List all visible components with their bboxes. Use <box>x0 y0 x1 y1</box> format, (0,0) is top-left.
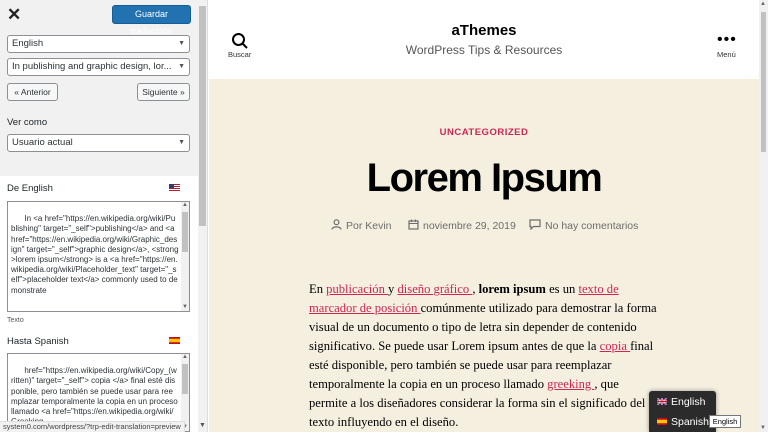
link-greeking[interactable]: greeking <box>547 377 594 391</box>
link-publishing[interactable]: publicación <box>326 282 388 296</box>
site-preview: Buscar aThemes WordPress Tips & Resource… <box>209 0 759 432</box>
comment-icon <box>529 219 541 231</box>
es-flag-icon <box>657 418 667 425</box>
site-description: WordPress Tips & Resources <box>405 43 563 57</box>
date-text: noviembre 29, 2019 <box>423 220 516 232</box>
chevron-down-icon: ▼ <box>178 40 185 47</box>
es-flag-icon <box>169 337 180 344</box>
view-as-value: Usuario actual <box>12 137 73 148</box>
link-graphic-design[interactable]: diseño gráfico <box>398 282 473 296</box>
us-flag-icon <box>169 184 180 191</box>
post-comments[interactable]: No hay comentarios <box>529 219 638 232</box>
link-copy[interactable]: copia <box>600 339 630 353</box>
language-option-label: Spanish <box>671 416 709 428</box>
source-section: De English In <a href="https://en.wikipe… <box>0 176 199 333</box>
previous-button[interactable]: « Anterior <box>7 83 58 101</box>
string-select[interactable]: In publishing and graphic design, lor...… <box>7 58 190 76</box>
site-title[interactable]: aThemes <box>209 22 759 39</box>
post-author[interactable]: Por Kevin <box>331 219 392 232</box>
next-button[interactable]: Siguiente » <box>137 83 190 101</box>
calendar-icon <box>408 219 419 230</box>
author-text: Por Kevin <box>346 220 392 232</box>
uk-flag-icon <box>657 398 667 405</box>
string-select-value: In publishing and graphic design, lor... <box>12 61 172 72</box>
tooltip: English <box>709 415 741 428</box>
translation-scrollbar[interactable]: ▲ ▼ <box>181 354 189 431</box>
target-language-label: Hasta Spanish <box>7 336 69 347</box>
source-language-label: De English <box>7 183 53 194</box>
view-as-label: Ver como <box>7 117 48 128</box>
menu-label[interactable]: Menú <box>717 50 736 59</box>
source-text: In <a href="https://en.wikipedia.org/wik… <box>11 214 179 295</box>
view-as-select[interactable]: Usuario actual ▼ <box>7 134 190 152</box>
status-bar-url: system0.com/wordpress/?trp-edit-translat… <box>0 421 185 432</box>
source-text-area[interactable]: In <a href="https://en.wikipedia.org/wik… <box>7 201 190 312</box>
target-section: Hasta Spanish href="https://en.wikipedia… <box>0 333 199 432</box>
post-date[interactable]: noviembre 29, 2019 <box>408 219 516 232</box>
menu-icon[interactable]: ••• <box>717 32 737 48</box>
chevron-down-icon: ▼ <box>178 139 185 146</box>
chevron-down-icon: ▼ <box>178 63 185 70</box>
post-category[interactable]: UNCATEGORIZED <box>209 127 759 138</box>
post-content: En publicación y diseño gráfico , lorem … <box>309 282 657 429</box>
bold-lorem-ipsum: lorem ipsum <box>478 282 546 296</box>
preview-scrollbar[interactable]: ▲ ▼ <box>759 0 768 432</box>
language-switcher[interactable]: English Spanish <box>649 391 716 432</box>
translation-text: href="https://en.wikipedia.org/wiki/Copy… <box>11 366 178 426</box>
save-translation-button[interactable]: Guardar traducción <box>112 5 191 36</box>
source-scrollbar[interactable]: ▲ ▼ <box>181 202 189 311</box>
editor-scrollbar[interactable]: ▼ <box>198 0 207 432</box>
language-select-value: English <box>12 38 44 49</box>
post-title: Lorem Ipsum <box>366 156 603 200</box>
language-option-spanish[interactable]: Spanish <box>657 416 709 428</box>
source-caption: Texto <box>7 317 24 324</box>
language-select[interactable]: English ▼ <box>7 35 190 53</box>
language-option-label: English <box>671 396 706 408</box>
language-option-english[interactable]: English <box>657 396 705 408</box>
user-icon <box>331 219 342 230</box>
site-header: Buscar aThemes WordPress Tips & Resource… <box>209 0 759 79</box>
comments-text: No hay comentarios <box>545 220 639 232</box>
translation-editor-panel: ✕ Guardar traducción English ▼ In publis… <box>0 0 208 432</box>
close-icon[interactable]: ✕ <box>7 5 21 25</box>
